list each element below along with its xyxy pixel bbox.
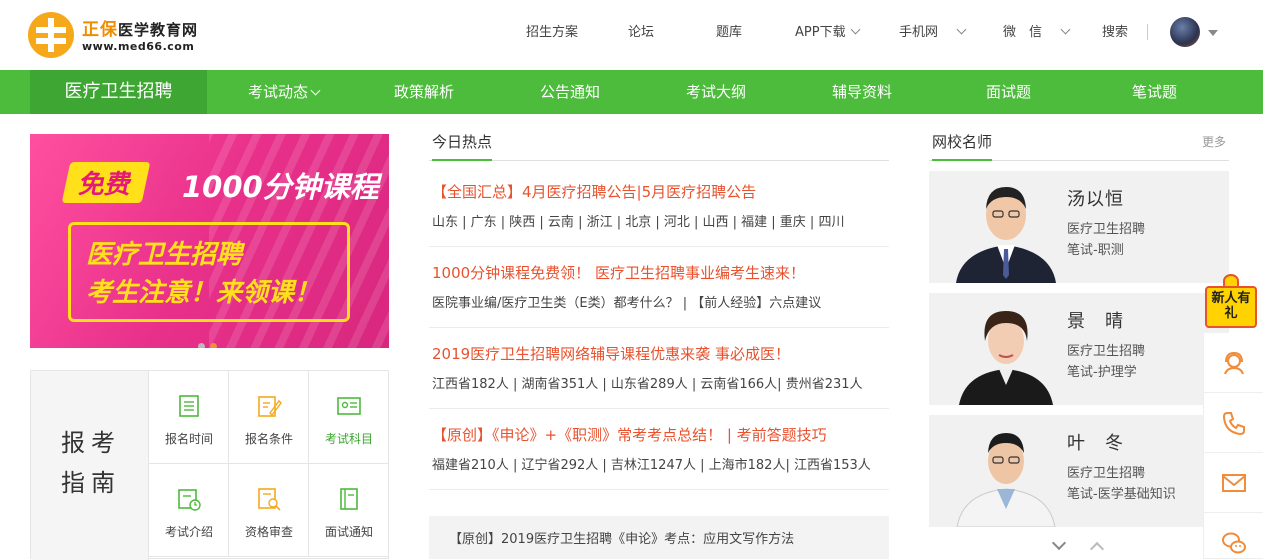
wechat-button[interactable]: [1203, 513, 1263, 559]
teacher-name: 叶 冬: [1067, 433, 1124, 454]
nav-exam-news[interactable]: 考试动态: [248, 70, 321, 114]
banner-line2: 考生注意！来领课！: [86, 278, 321, 308]
teacher-card[interactable]: 景 晴 医疗卫生招聘 笔试-护理学: [929, 293, 1229, 405]
news-headline[interactable]: 【全国汇总】4月医疗招聘公告|5月医疗招聘公告: [432, 181, 756, 202]
teacher-role: 医疗卫生招聘: [1067, 466, 1146, 481]
topnav-app-download[interactable]: APP下载: [795, 22, 861, 44]
featured-article[interactable]: 【原创】2019医疗卫生招聘《申论》考点：应用文写作方法: [429, 516, 889, 559]
phone-button[interactable]: [1203, 393, 1263, 453]
news-headline[interactable]: 1000分钟课程免费领！ 医疗卫生招聘事业编考生速来！: [432, 262, 805, 283]
carousel-dot[interactable]: [198, 343, 205, 348]
teacher-scroller: [1048, 535, 1118, 557]
logo-url: www.med66.com: [82, 40, 195, 53]
teacher-photo: [956, 187, 1056, 283]
main-nav: 医疗卫生招聘 考试动态 政策解析 公告通知 考试大纲 辅导资料 面试题 笔试题: [0, 70, 1263, 114]
nav-policy[interactable]: 政策解析: [394, 70, 454, 114]
news-item: 2019医疗卫生招聘网络辅导课程优惠来袭 事必成医！ 江西省182人 | 湖南省…: [429, 343, 889, 409]
gift-label: 新人有礼: [1211, 291, 1251, 321]
banner-minutes: 1000分钟课程: [182, 170, 379, 204]
id-card-icon: [337, 397, 361, 415]
teacher-subject: 笔试-护理学: [1067, 365, 1137, 380]
new-user-gift[interactable]: 新人有礼: [1201, 272, 1263, 330]
news-headline[interactable]: 2019医疗卫生招聘网络辅导课程优惠来袭 事必成医！: [432, 343, 790, 364]
topnav-question-bank[interactable]: 题库: [716, 22, 742, 44]
teacher-name: 汤以恒: [1067, 189, 1124, 210]
topnav-enroll-plan[interactable]: 招生方案: [526, 22, 578, 44]
chevron-down-icon: [1060, 24, 1071, 35]
nav-interview-questions[interactable]: 面试题: [986, 70, 1031, 114]
news-item: 1000分钟课程免费领！ 医疗卫生招聘事业编考生速来！ 医院事业编/医疗卫生类（…: [429, 262, 889, 328]
caret-down-icon[interactable]: [1208, 30, 1218, 36]
wechat-icon: [1222, 532, 1246, 554]
nav-announcements[interactable]: 公告通知: [540, 70, 600, 114]
email-button[interactable]: [1203, 453, 1263, 513]
teacher-card[interactable]: 汤以恒 医疗卫生招聘 笔试-职测: [929, 171, 1229, 283]
news-headline[interactable]: 【原创】《申论》+《职测》常考考点总结！ | 考前答题技巧: [432, 424, 827, 445]
news-sub-links[interactable]: 江西省182人 | 湖南省351人 | 山东省289人 | 云南省166人| 贵…: [432, 373, 863, 392]
customer-service-button[interactable]: [1203, 333, 1263, 393]
calendar-clock-icon: [178, 489, 201, 511]
chevron-down-icon: [310, 85, 321, 96]
chevron-down-icon[interactable]: [1051, 535, 1067, 551]
exam-guide: 报考 指南 报名时间 报名条件 考试科目 考试介绍 资格审查 面试通知: [30, 370, 389, 560]
user-avatar[interactable]: [1170, 17, 1200, 47]
nav-syllabus[interactable]: 考试大纲: [686, 70, 746, 114]
edit-document-icon: [258, 396, 282, 417]
document-search-icon: [258, 488, 281, 511]
guide-exam-intro[interactable]: 考试介绍: [149, 464, 229, 557]
teacher-photo: [959, 311, 1053, 405]
site-header: 正保医学教育网 www.med66.com 招生方案 论坛 题库 APP下载 手…: [0, 0, 1263, 70]
guide-qualification-review[interactable]: 资格审查: [229, 464, 309, 557]
guide-registration-conditions[interactable]: 报名条件: [229, 371, 309, 464]
guide-interview-notice[interactable]: 面试通知: [309, 464, 389, 557]
headset-icon: [1224, 351, 1244, 375]
teacher-role: 医疗卫生招聘: [1067, 222, 1146, 237]
banner-line1: 医疗卫生招聘: [86, 240, 243, 270]
banner-free-badge: 免费: [61, 162, 151, 203]
document-list-icon: [179, 395, 199, 417]
hot-news-title: 今日热点: [432, 131, 493, 161]
nav-home-medical-recruit[interactable]: 医疗卫生招聘: [30, 70, 207, 114]
nav-materials[interactable]: 辅导资料: [832, 70, 892, 114]
news-sub-links[interactable]: 医院事业编/医疗卫生类（E类）都考什么？ | 【前人经验】六点建议: [432, 292, 821, 311]
news-item: 【全国汇总】4月医疗招聘公告|5月医疗招聘公告 山东 | 广东 | 陕西 | 云…: [429, 181, 889, 247]
chevron-down-icon: [956, 24, 967, 35]
news-item: 【原创】《申论》+《职测》常考考点总结！ | 考前答题技巧 福建省210人 | …: [429, 424, 889, 490]
phone-icon: [1222, 412, 1245, 436]
divider: [1147, 24, 1148, 40]
site-logo[interactable]: 正保医学教育网 www.med66.com: [28, 10, 218, 60]
teacher-photo: [956, 433, 1056, 527]
hot-news-header: 今日热点: [429, 128, 889, 161]
mail-icon: [1222, 474, 1246, 492]
news-sub-links[interactable]: 山东 | 广东 | 陕西 | 云南 | 浙江 | 北京 | 河北 | 山西 | …: [432, 211, 844, 230]
book-icon: [340, 488, 358, 510]
nav-written-questions[interactable]: 笔试题: [1132, 70, 1177, 114]
carousel-dot-active[interactable]: [210, 343, 217, 348]
teacher-name: 景 晴: [1067, 311, 1124, 332]
topnav-search[interactable]: 搜索: [1102, 22, 1128, 44]
teachers-header: 网校名师 更多: [929, 128, 1229, 161]
news-sub-links[interactable]: 福建省210人 | 辽宁省292人 | 吉林江1247人 | 上海市182人| …: [432, 454, 871, 473]
teacher-role: 医疗卫生招聘: [1067, 344, 1146, 359]
teachers-more-link[interactable]: 更多: [1202, 133, 1226, 150]
guide-exam-subjects[interactable]: 考试科目: [309, 371, 389, 464]
promo-banner[interactable]: 免费 1000分钟课程 医疗卫生招聘 考生注意！来领课！: [30, 134, 389, 348]
featured-article-title: 【原创】2019医疗卫生招聘《申论》考点：应用文写作方法: [449, 532, 795, 547]
topnav-forum[interactable]: 论坛: [628, 22, 654, 44]
teacher-subject: 笔试-职测: [1067, 243, 1124, 258]
teachers-title: 网校名师: [932, 131, 993, 161]
guide-title: 报考 指南: [31, 371, 149, 560]
carousel-dots: [198, 335, 222, 348]
chevron-up-icon[interactable]: [1089, 541, 1105, 557]
guide-registration-time[interactable]: 报名时间: [149, 371, 229, 464]
teacher-subject: 笔试-医学基础知识: [1067, 487, 1176, 502]
chevron-down-icon: [850, 24, 861, 35]
logo-mark-icon: [28, 12, 74, 58]
topnav-wechat[interactable]: 微 信: [1003, 22, 1071, 44]
teacher-card[interactable]: 叶 冬 医疗卫生招聘 笔试-医学基础知识: [929, 415, 1229, 527]
topnav-mobile-site[interactable]: 手机网: [899, 22, 967, 44]
logo-title: 正保医学教育网: [82, 20, 199, 40]
